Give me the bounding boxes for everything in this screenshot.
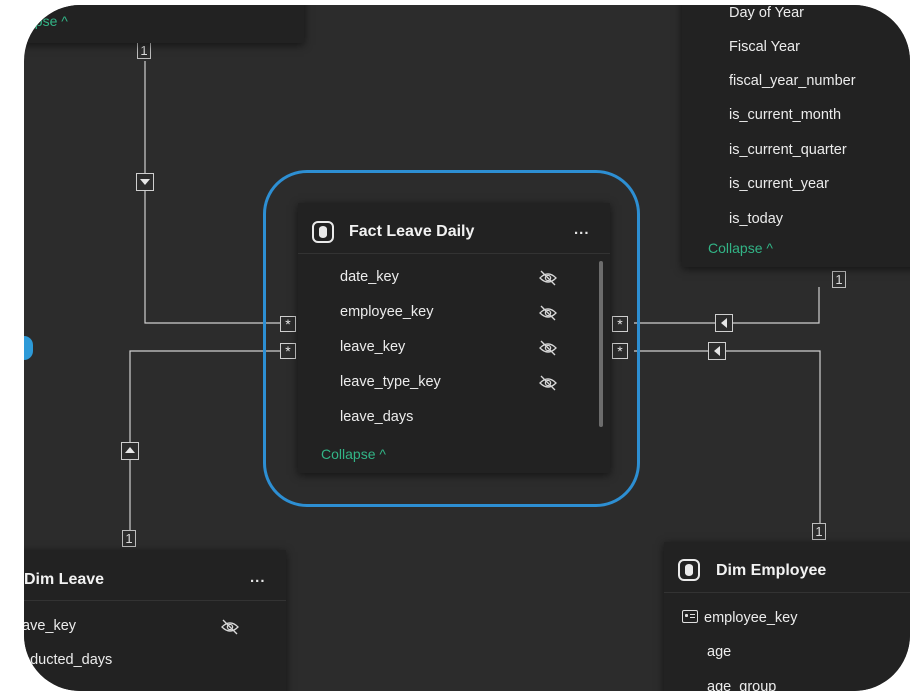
column-row[interactable]: fiscal_year_number [729, 73, 856, 89]
cardinality-one-date-right: 1 [832, 271, 846, 288]
column-row[interactable]: is_current_quarter [729, 142, 847, 158]
column-row[interactable]: leave_key [340, 339, 405, 355]
eye-off-icon [221, 619, 239, 635]
table-card-date[interactable]: Day of Year Fiscal Year fiscal_year_numb… [682, 5, 910, 267]
column-row[interactable]: is_today [729, 211, 783, 227]
cardinality-one-top: 1 [137, 42, 151, 59]
column-row[interactable]: employee_key [340, 304, 434, 320]
column-row[interactable]: ave_key [24, 618, 76, 634]
cardinality-one-dim-employee: 1 [812, 523, 826, 540]
collapse-link[interactable]: Collapse ^ [321, 446, 386, 462]
table-card-dim-employee[interactable]: Dim Employee employee_key age age_group [664, 542, 910, 691]
column-row[interactable]: Fiscal Year [729, 39, 800, 55]
filter-direction-up-icon[interactable] [121, 442, 139, 460]
column-row[interactable]: age_group [707, 679, 776, 691]
relationship-line-dim-leave [129, 350, 280, 532]
table-card-dim-leave[interactable]: Dim Leave ... ave_key educted_days late [24, 550, 286, 691]
model-diagram-canvas[interactable]: 1 1 1 1 * * * * apse ^ Day of Year Fisca… [24, 5, 910, 691]
filter-direction-left-icon[interactable] [715, 314, 733, 332]
column-row[interactable]: employee_key [682, 610, 798, 626]
key-column-icon [682, 610, 698, 623]
table-title: Dim Leave [24, 571, 105, 588]
column-row[interactable]: leave_type_key [340, 374, 441, 390]
table-card-top-left[interactable]: apse ^ [24, 5, 304, 43]
column-row[interactable]: educted_days [24, 652, 112, 668]
eye-off-icon [539, 340, 557, 356]
eye-off-icon [539, 305, 557, 321]
vertical-scrollbar[interactable] [599, 261, 603, 427]
table-icon [312, 221, 334, 243]
more-options-button[interactable]: ... [250, 569, 266, 586]
more-options-button[interactable]: ... [574, 221, 590, 238]
column-row[interactable]: leave_days [340, 409, 413, 425]
table-title: Dim Employee [716, 562, 827, 579]
column-row[interactable]: is_current_year [729, 176, 829, 192]
collapse-link[interactable]: apse ^ [27, 13, 68, 29]
table-title: Fact Leave Daily [349, 223, 475, 240]
column-row[interactable]: age [707, 644, 731, 660]
filter-direction-left-icon[interactable] [708, 342, 726, 360]
collapse-link[interactable]: Collapse ^ [708, 240, 773, 256]
column-row[interactable]: is_current_month [729, 107, 841, 123]
column-row[interactable]: Day of Year [729, 5, 804, 21]
table-card-fact-leave-daily[interactable]: Fact Leave Daily ... date_key employee_k… [298, 203, 610, 473]
relationship-line-dim-employee [634, 350, 821, 525]
column-row[interactable]: date_key [340, 269, 399, 285]
cardinality-one-dim-leave: 1 [122, 530, 136, 547]
column-row[interactable]: late [36, 686, 59, 691]
eye-off-icon [539, 270, 557, 286]
relationship-line-date-top [144, 61, 280, 324]
eye-off-icon [539, 375, 557, 391]
column-name: employee_key [704, 610, 798, 626]
table-icon [678, 559, 700, 581]
filter-direction-down-icon[interactable] [136, 173, 154, 191]
